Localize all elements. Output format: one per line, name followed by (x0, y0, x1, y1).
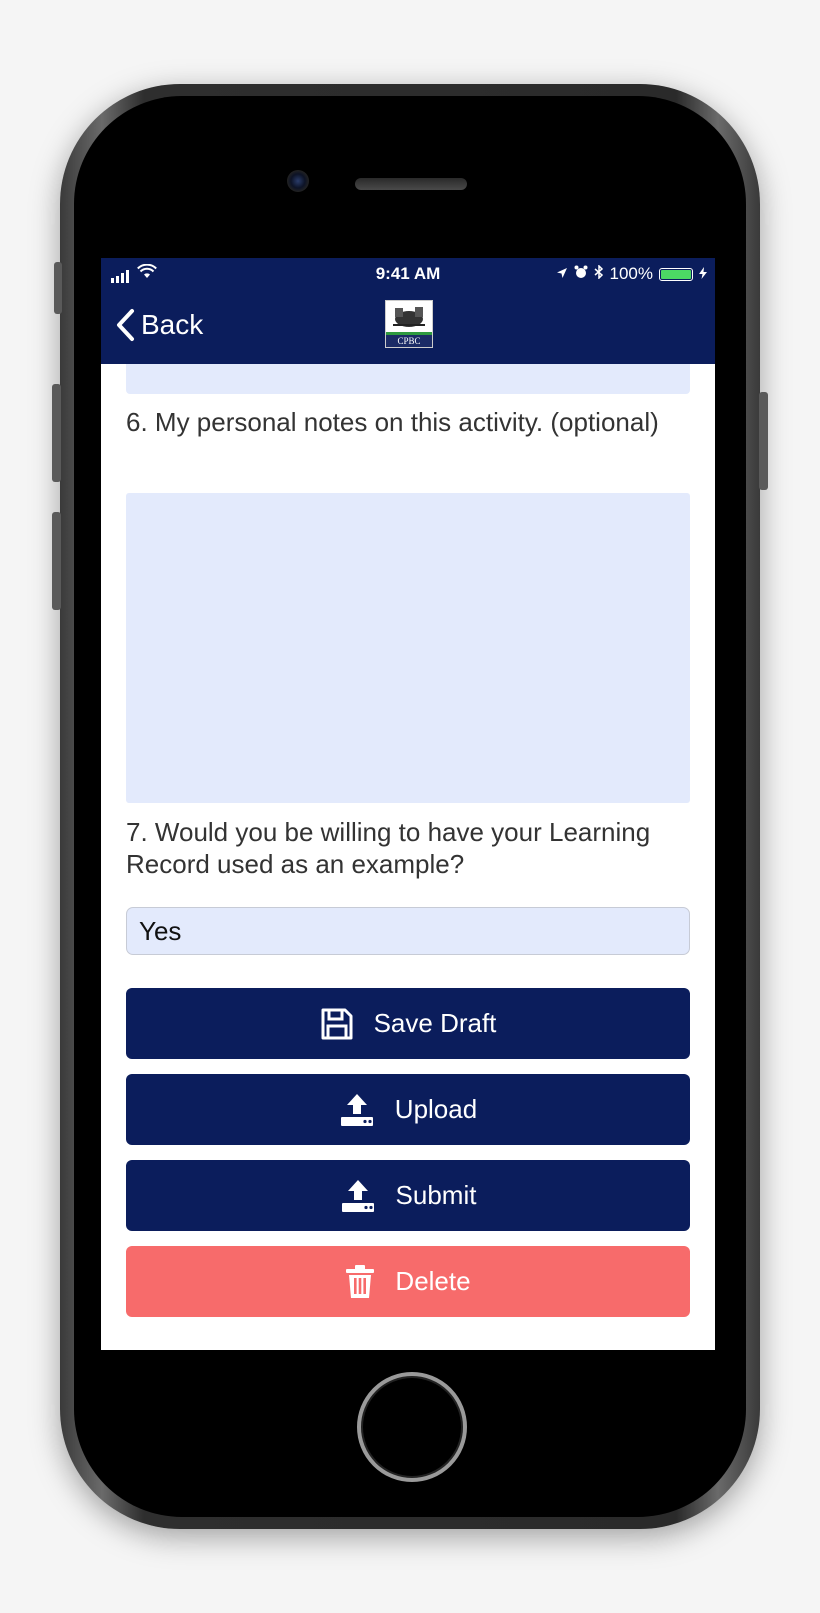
save-draft-label: Save Draft (373, 1008, 497, 1038)
power-button (759, 392, 768, 490)
trash-icon (345, 1264, 375, 1299)
save-icon (320, 1007, 354, 1041)
submit-button[interactable]: Submit (126, 1160, 690, 1231)
upload-icon (339, 1092, 375, 1128)
bluetooth-icon (594, 264, 604, 284)
upload-label: Upload (394, 1094, 478, 1124)
question-6-label: 6. My personal notes on this activity. (… (126, 407, 659, 437)
status-bar: 9:41 AM 100% (101, 258, 715, 288)
charging-icon (699, 264, 707, 284)
location-icon (556, 264, 568, 284)
logo-text: CPBC (386, 335, 432, 347)
battery-icon (659, 267, 693, 281)
submit-label: Submit (395, 1180, 477, 1210)
back-button[interactable]: Back (115, 308, 203, 342)
home-button[interactable] (357, 1372, 467, 1482)
volume-down-button (52, 512, 61, 610)
battery-percent: 100% (609, 264, 653, 283)
logo-emblem (393, 307, 425, 327)
form-content: 6. My personal notes on this activity. (… (101, 364, 715, 1350)
mute-switch (54, 262, 62, 314)
delete-label: Delete (395, 1266, 471, 1296)
status-right: 100% (556, 264, 707, 284)
question-7-label: 7. Would you be willing to have your Lea… (126, 817, 651, 879)
save-draft-button[interactable]: Save Draft (126, 988, 690, 1059)
volume-up-button (52, 384, 61, 482)
earpiece-speaker (355, 178, 467, 190)
nav-bar: Back CPBC (101, 288, 715, 364)
upload-icon (340, 1178, 376, 1214)
front-camera (287, 170, 309, 192)
upload-button[interactable]: Upload (126, 1074, 690, 1145)
app-screen: 9:41 AM 100% Back CPBC 6. My personal no… (101, 258, 715, 1350)
example-consent-select[interactable]: Yes (126, 907, 690, 955)
previous-field[interactable] (126, 364, 690, 394)
alarm-icon (574, 264, 588, 284)
back-label: Back (141, 309, 204, 340)
delete-button[interactable]: Delete (126, 1246, 690, 1317)
back-chevron-icon (117, 309, 134, 341)
personal-notes-textarea[interactable] (126, 493, 690, 803)
cpbc-logo: CPBC (385, 300, 433, 348)
